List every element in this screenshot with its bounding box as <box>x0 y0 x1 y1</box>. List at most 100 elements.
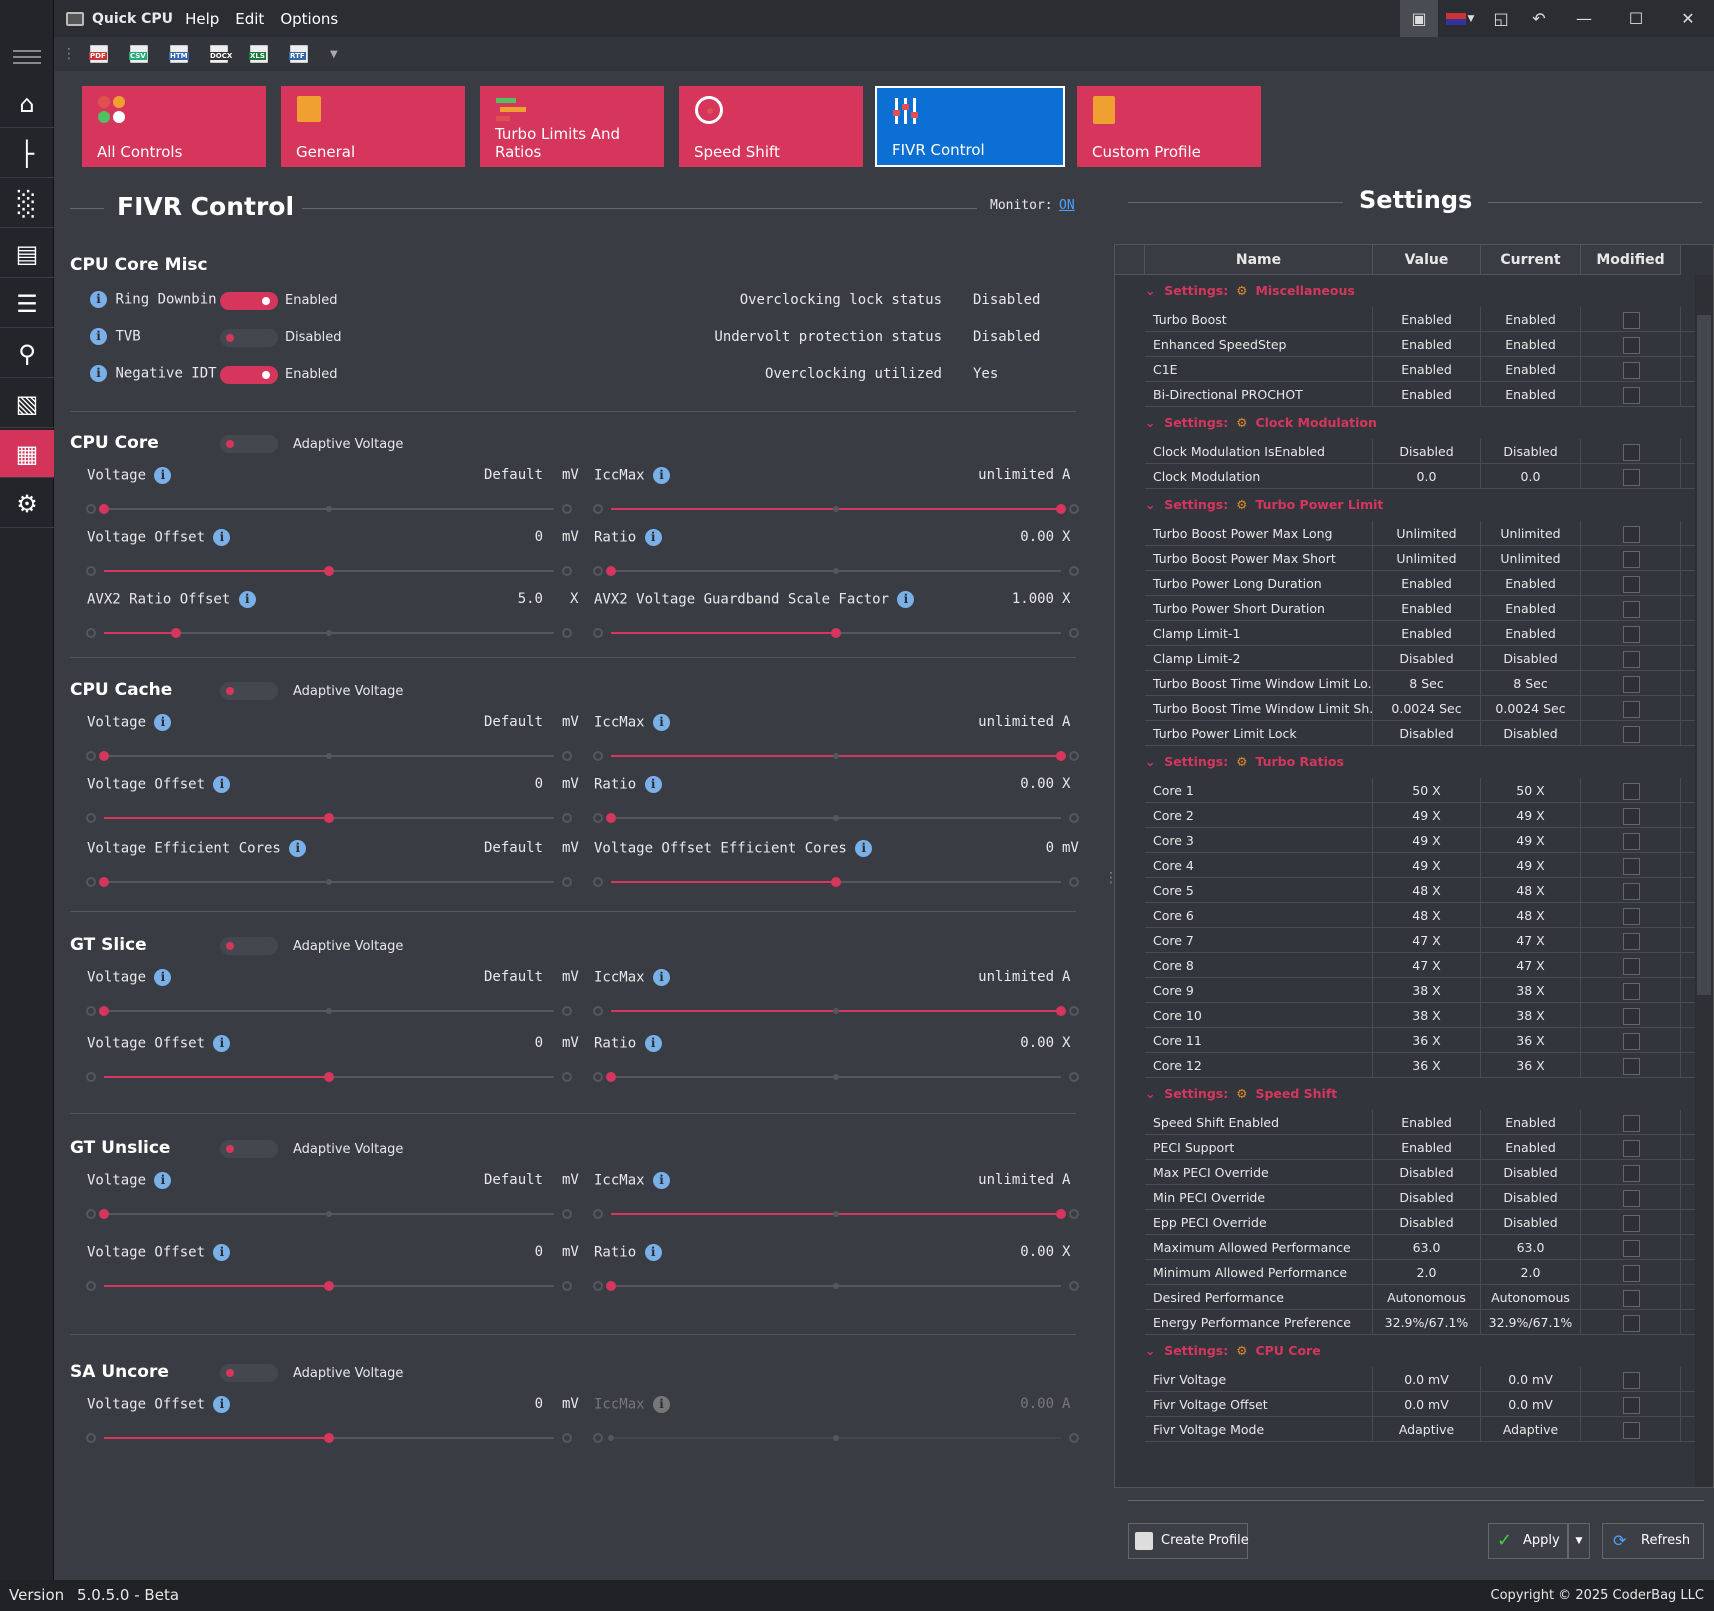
table-row[interactable]: Turbo Power Long Duration Enabled Enable… <box>1145 571 1711 596</box>
flag-dropdown-icon[interactable]: ▼ <box>1438 0 1482 37</box>
table-row[interactable]: Turbo Boost Time Window Limit Lo... 8 Se… <box>1145 671 1711 696</box>
info-icon[interactable]: i <box>289 840 307 857</box>
table-row[interactable]: Turbo Boost Time Window Limit Sh... 0.00… <box>1145 696 1711 721</box>
modified-checkbox[interactable] <box>1623 1190 1640 1207</box>
info-icon[interactable]: i <box>855 840 873 857</box>
core-voltage-slider[interactable] <box>86 503 572 515</box>
splitter-grip-icon[interactable]: ⋮ <box>1104 870 1118 886</box>
info-icon[interactable]: i <box>213 1244 231 1261</box>
xls-export-icon[interactable]: XLS <box>249 45 268 63</box>
undo-icon[interactable]: ↶ <box>1520 0 1558 37</box>
modified-checkbox[interactable] <box>1623 576 1640 593</box>
refresh-button[interactable]: ⟳ Refresh <box>1602 1523 1704 1559</box>
table-row[interactable]: Core 7 47 X 47 X <box>1145 928 1711 953</box>
tile-turbo-limits[interactable]: Turbo Limits And Ratios <box>480 86 664 167</box>
modified-checkbox[interactable] <box>1623 312 1640 329</box>
group-header[interactable]: ⌄ Settings: ⚙ Turbo Power Limit <box>1145 489 1383 521</box>
book-icon[interactable]: ▧ <box>0 380 54 428</box>
modified-checkbox[interactable] <box>1623 1033 1640 1050</box>
modified-checkbox[interactable] <box>1623 651 1640 668</box>
negative-idt-toggle[interactable] <box>220 366 278 384</box>
modified-checkbox[interactable] <box>1623 626 1640 643</box>
tvb-toggle[interactable] <box>220 329 278 347</box>
group-header[interactable]: ⌄ Settings: ⚙ CPU Core <box>1145 1335 1321 1367</box>
group-header[interactable]: ⌄ Settings: ⚙ Miscellaneous <box>1145 275 1355 307</box>
info-icon[interactable]: i <box>154 969 172 986</box>
core-offset-slider[interactable] <box>86 565 572 577</box>
info-icon[interactable]: i <box>653 467 671 484</box>
info-icon[interactable]: i <box>213 776 231 793</box>
table-row[interactable]: Clock Modulation 0.0 0.0 <box>1145 464 1711 489</box>
gtunslice-ratio-slider[interactable] <box>593 1280 1079 1292</box>
ring-downbin-toggle[interactable] <box>220 292 278 310</box>
table-row[interactable]: Turbo Boost Power Max Long Unlimited Unl… <box>1145 521 1711 546</box>
core-iccmax-slider[interactable] <box>593 503 1079 515</box>
modified-checkbox[interactable] <box>1623 783 1640 800</box>
core-adaptive-toggle[interactable] <box>220 435 278 453</box>
screenshot-icon[interactable]: ▣ <box>1400 0 1438 37</box>
info-icon[interactable]: i <box>644 1035 662 1052</box>
minimize-icon[interactable]: — <box>1558 0 1610 37</box>
info-icon[interactable]: i <box>653 714 671 731</box>
gtslice-iccmax-slider[interactable] <box>593 1005 1079 1017</box>
menu-edit[interactable]: Edit <box>235 10 264 28</box>
cache-voeff-slider[interactable] <box>593 876 1079 888</box>
modified-checkbox[interactable] <box>1623 1008 1640 1025</box>
table-row[interactable]: Minimum Allowed Performance 2.0 2.0 <box>1145 1260 1711 1285</box>
modified-checkbox[interactable] <box>1623 701 1640 718</box>
table-row[interactable]: Core 3 49 X 49 X <box>1145 828 1711 853</box>
modified-checkbox[interactable] <box>1623 726 1640 743</box>
table-row[interactable]: Core 6 48 X 48 X <box>1145 903 1711 928</box>
capture-icon[interactable]: ◱ <box>1482 0 1520 37</box>
pdf-export-icon[interactable]: PDF <box>89 45 108 63</box>
modified-checkbox[interactable] <box>1623 1315 1640 1332</box>
gtslice-ratio-slider[interactable] <box>593 1071 1079 1083</box>
modified-checkbox[interactable] <box>1623 1058 1640 1075</box>
modified-checkbox[interactable] <box>1623 1265 1640 1282</box>
table-row[interactable]: Turbo Boost Power Max Short Unlimited Un… <box>1145 546 1711 571</box>
table-row[interactable]: Turbo Power Short Duration Enabled Enabl… <box>1145 596 1711 621</box>
create-profile-button[interactable]: Create Profile <box>1128 1523 1249 1559</box>
modified-checkbox[interactable] <box>1623 1165 1640 1182</box>
table-row[interactable]: Core 2 49 X 49 X <box>1145 803 1711 828</box>
cache-iccmax-slider[interactable] <box>593 750 1079 762</box>
modified-checkbox[interactable] <box>1623 958 1640 975</box>
table-row[interactable]: Fivr Voltage Mode Adaptive Adaptive <box>1145 1417 1711 1442</box>
table-row[interactable]: Core 10 38 X 38 X <box>1145 1003 1711 1028</box>
toolbar-overflow-icon[interactable]: ▼ <box>330 49 338 60</box>
info-icon[interactable]: i <box>644 776 662 793</box>
group-header[interactable]: ⌄ Settings: ⚙ Speed Shift <box>1145 1078 1337 1110</box>
search-document-icon[interactable]: ⚲ <box>0 330 54 378</box>
cache-offset-slider[interactable] <box>86 812 572 824</box>
info-icon[interactable]: i <box>90 291 107 308</box>
list-settings-icon[interactable]: ☰ <box>0 280 54 328</box>
core-ratio-slider[interactable] <box>593 565 1079 577</box>
info-icon[interactable]: i <box>644 1244 662 1261</box>
table-row[interactable]: Maximum Allowed Performance 63.0 63.0 <box>1145 1235 1711 1260</box>
gtslice-offset-slider[interactable] <box>86 1071 572 1083</box>
modified-checkbox[interactable] <box>1623 444 1640 461</box>
tile-fivr-control[interactable]: FIVR Control <box>875 86 1065 167</box>
table-row[interactable]: Bi-Directional PROCHOT Enabled Enabled <box>1145 382 1711 407</box>
modified-checkbox[interactable] <box>1623 1140 1640 1157</box>
modified-checkbox[interactable] <box>1623 551 1640 568</box>
csv-export-icon[interactable]: CSV <box>129 45 148 63</box>
cache-voltage-slider[interactable] <box>86 750 572 762</box>
home-icon[interactable]: ⌂ <box>0 80 54 128</box>
col-value[interactable]: Value <box>1373 245 1481 275</box>
col-name[interactable]: Name <box>1145 245 1373 275</box>
table-row[interactable]: Core 11 36 X 36 X <box>1145 1028 1711 1053</box>
tile-all-controls[interactable]: All Controls <box>82 86 266 167</box>
info-icon[interactable]: i <box>644 529 662 546</box>
tree-icon[interactable]: ├ <box>0 130 54 178</box>
table-row[interactable]: PECI Support Enabled Enabled <box>1145 1135 1711 1160</box>
modified-checkbox[interactable] <box>1623 808 1640 825</box>
cache-ratio-slider[interactable] <box>593 812 1079 824</box>
info-icon[interactable]: i <box>653 1396 671 1413</box>
modified-checkbox[interactable] <box>1623 1115 1640 1132</box>
table-row[interactable]: Turbo Power Limit Lock Disabled Disabled <box>1145 721 1711 746</box>
docx-export-icon[interactable]: DOCX <box>209 45 234 63</box>
hamburger-menu-icon[interactable] <box>13 50 41 64</box>
modified-checkbox[interactable] <box>1623 858 1640 875</box>
table-row[interactable]: Clamp Limit-2 Disabled Disabled <box>1145 646 1711 671</box>
